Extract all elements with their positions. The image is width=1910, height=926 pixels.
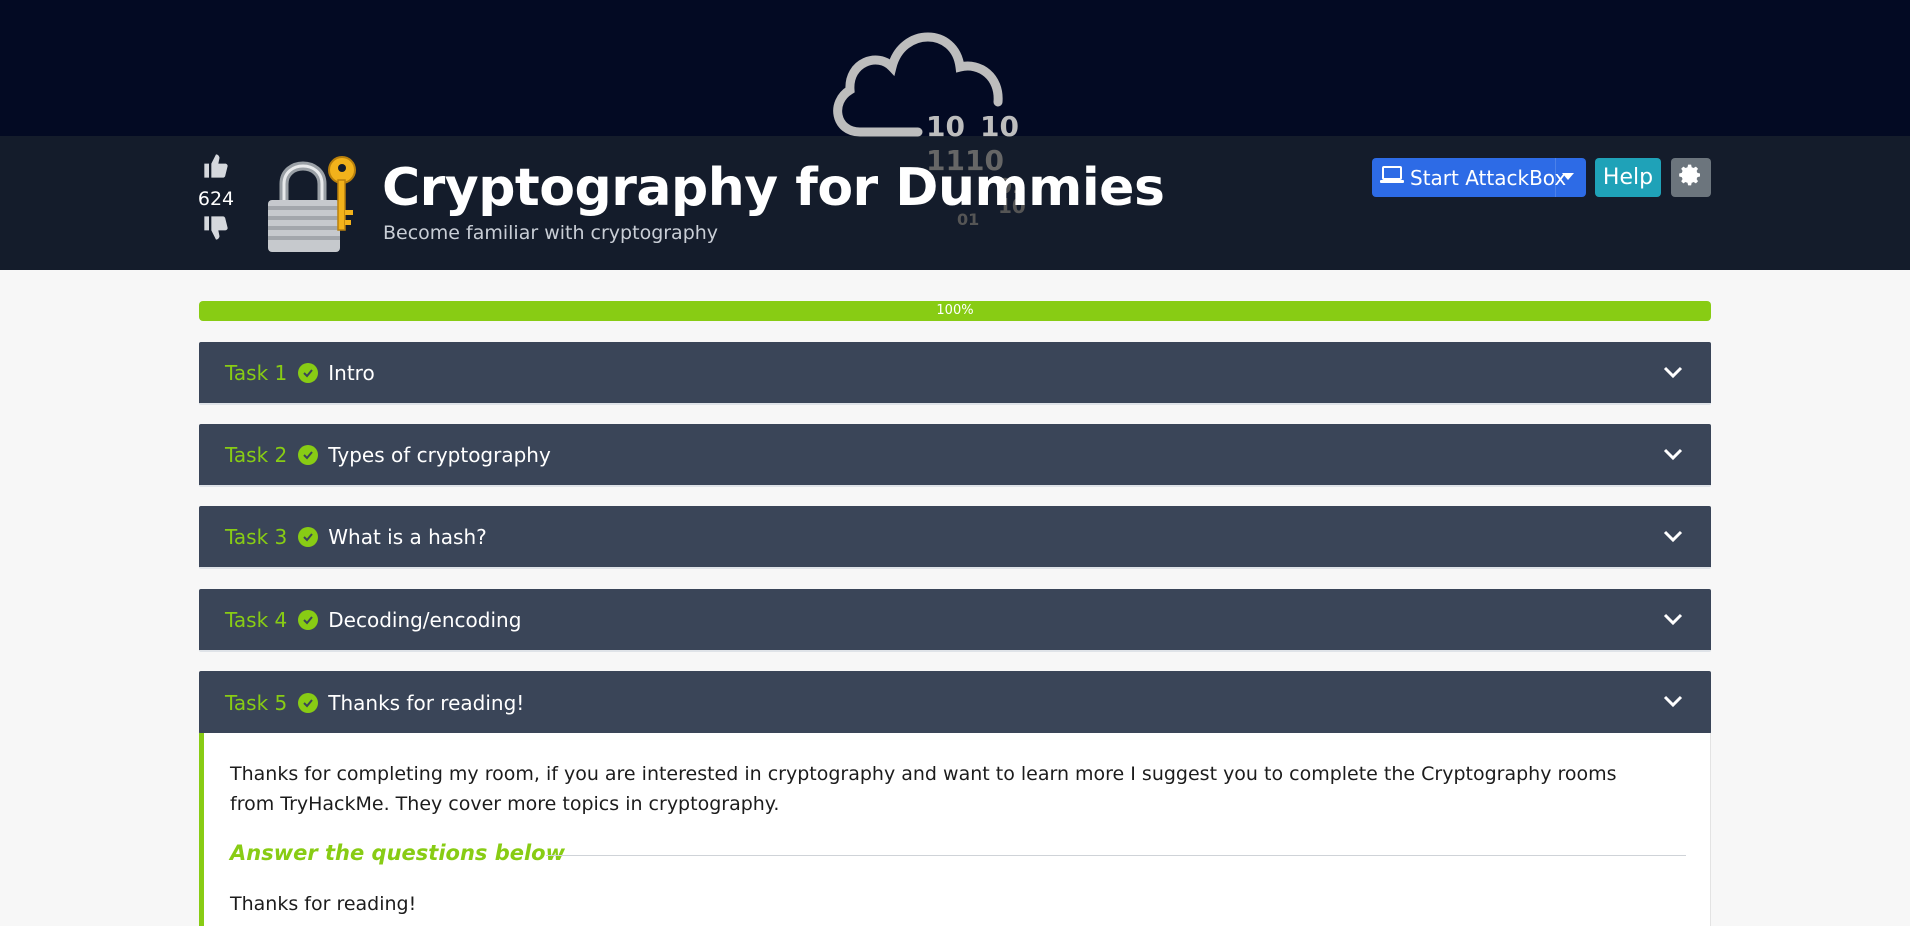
button-divider <box>1555 158 1556 197</box>
gear-icon <box>1679 163 1703 192</box>
task-header-5[interactable]: Task 5 Thanks for reading! <box>199 671 1711 734</box>
task-number: Task 5 <box>225 690 288 715</box>
check-circle-icon <box>298 362 319 383</box>
task-title: Thanks for reading! <box>328 690 525 715</box>
task-number: Task 2 <box>225 442 288 467</box>
divider <box>546 855 1686 856</box>
task-header-4[interactable]: Task 4 Decoding/encoding <box>199 589 1711 652</box>
binary-text: 10 <box>980 110 1019 143</box>
task-number: Task 3 <box>225 524 288 549</box>
thumbs-down-icon[interactable] <box>196 214 236 246</box>
task-title: What is a hash? <box>328 524 487 549</box>
check-circle-icon <box>298 526 319 547</box>
task-content: Thanks for completing my room, if you ar… <box>199 733 1711 926</box>
task-title: Decoding/encoding <box>328 607 522 632</box>
task-number: Task 4 <box>225 607 288 632</box>
task-header-3[interactable]: Task 3 What is a hash? <box>199 506 1711 569</box>
page-subtitle: Become familiar with cryptography <box>383 222 719 244</box>
page-title: Cryptography for Dummies <box>382 158 1165 218</box>
help-button[interactable]: Help <box>1595 158 1661 197</box>
task-header-1[interactable]: Task 1 Intro <box>199 342 1711 405</box>
task-title: Intro <box>328 360 375 385</box>
vote-count: 624 <box>197 188 235 210</box>
start-attackbox-button[interactable]: Start AttackBox <box>1372 158 1586 197</box>
settings-button[interactable] <box>1671 158 1711 197</box>
chevron-down-icon[interactable] <box>1663 446 1683 465</box>
padlock-key-icon <box>262 150 362 254</box>
chevron-down-icon[interactable] <box>1663 693 1683 712</box>
laptop-icon <box>1380 165 1404 190</box>
question-text: Thanks for reading! <box>230 893 417 915</box>
chevron-down-icon[interactable] <box>1663 364 1683 383</box>
task-paragraph: Thanks for completing my room, if you ar… <box>230 763 1617 815</box>
chevron-down-icon[interactable] <box>1663 611 1683 630</box>
progress-label: 100% <box>936 303 974 318</box>
task-header-2[interactable]: Task 2 Types of cryptography <box>199 424 1711 487</box>
check-circle-icon <box>298 444 319 465</box>
progress-bar: 100% <box>199 301 1711 321</box>
vote-widget: 624 <box>196 152 236 246</box>
binary-text: 10 <box>926 110 965 143</box>
thumbs-up-icon[interactable] <box>196 152 236 184</box>
answer-heading: Answer the questions below <box>230 841 566 865</box>
check-circle-icon <box>298 692 319 713</box>
start-attackbox-label: Start AttackBox <box>1410 165 1567 190</box>
check-circle-icon <box>298 609 319 630</box>
task-number: Task 1 <box>225 360 288 385</box>
task-title: Types of cryptography <box>328 442 551 467</box>
chevron-down-icon[interactable] <box>1663 528 1683 547</box>
chevron-down-icon[interactable] <box>1562 173 1574 180</box>
